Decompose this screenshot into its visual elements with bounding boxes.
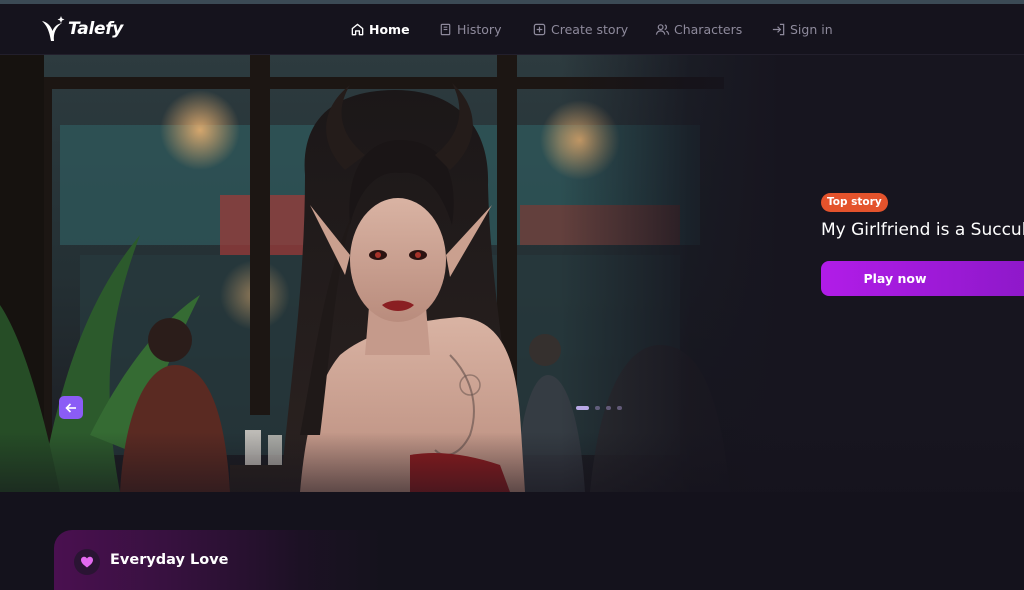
carousel-dot-1[interactable] [576,406,589,410]
nav-home[interactable]: Home [350,17,410,41]
arrow-left-icon [65,402,76,413]
sign-in-icon [772,23,785,35]
hero-banner: Top story My Girlfriend is a Succub Play… [0,55,1024,492]
carousel-dot-2[interactable] [595,406,600,410]
carousel-dots [576,405,628,411]
carousel-prev-button[interactable] [59,396,83,419]
nav-sign-in[interactable]: Sign in [771,17,833,41]
nav-home-label: Home [369,21,410,37]
section-icon-badge [74,549,100,575]
carousel-dot-4[interactable] [617,406,622,410]
users-icon [655,23,670,35]
home-icon [351,23,364,35]
nav-characters[interactable]: Characters [655,17,742,41]
book-icon [440,23,451,35]
carousel-dot-3[interactable] [606,406,611,410]
nav-create-story-label: Create story [551,21,629,37]
story-title: My Girlfriend is a Succub [821,220,1024,240]
nav-create-story[interactable]: Create story [532,17,628,41]
nav-sign-in-label: Sign in [790,21,833,37]
hero-bottom-fade [0,432,1024,492]
logo-mark-icon [42,16,65,41]
brand-name: Talefy [68,19,124,39]
play-now-label: Play now [863,271,927,286]
logo[interactable]: Talefy [40,13,123,45]
nav-history[interactable]: History [438,17,501,41]
plus-square-icon [533,23,546,35]
heart-icon [81,556,93,568]
section-title: Everyday Love [110,552,229,568]
play-now-button[interactable]: Play now [821,261,1024,296]
top-story-badge: Top story [821,193,888,212]
top-navbar: Talefy Home History Create story Charact… [0,4,1024,55]
nav-characters-label: Characters [674,21,743,37]
nav-history-label: History [457,21,502,37]
